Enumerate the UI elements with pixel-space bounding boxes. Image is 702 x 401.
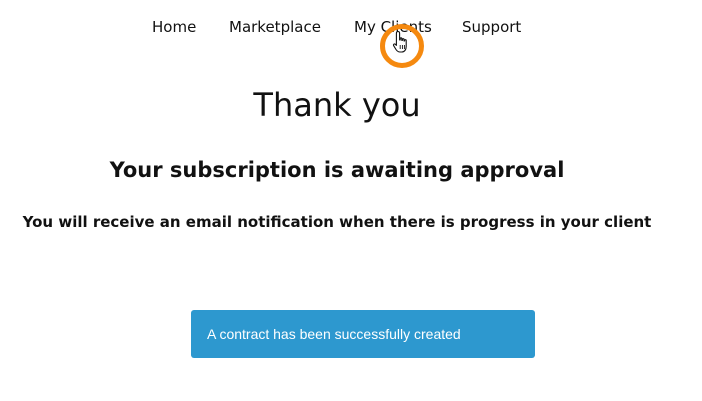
nav-item-support[interactable]: Support xyxy=(462,14,521,40)
nav-item-home[interactable]: Home xyxy=(152,14,196,40)
page-title: Thank you xyxy=(253,86,421,124)
page: Home Marketplace My Clients Support Than… xyxy=(0,0,702,401)
top-navigation: Home Marketplace My Clients Support xyxy=(0,14,702,40)
success-alert-text: A contract has been successfully created xyxy=(207,326,461,342)
page-subtitle: Your subscription is awaiting approval xyxy=(109,158,565,182)
nav-item-marketplace[interactable]: Marketplace xyxy=(229,14,321,40)
success-alert: A contract has been successfully created xyxy=(191,310,535,358)
hand-pointer-icon xyxy=(392,30,407,53)
notification-message: You will receive an email notification w… xyxy=(22,213,652,231)
